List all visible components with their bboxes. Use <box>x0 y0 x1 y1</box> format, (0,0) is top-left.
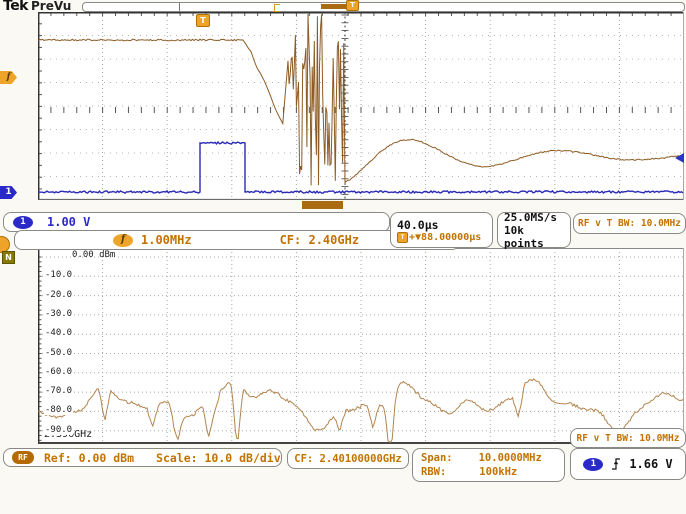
ref-level-value: Ref: 0.00 dBm <box>44 450 135 465</box>
spectrum-ytick-label: -80.0 <box>44 405 74 416</box>
center-frequency-readout[interactable]: CF: 2.40100000GHz <box>287 448 409 469</box>
sample-rate: 25.0MS/s <box>504 210 557 224</box>
trigger-level-readout[interactable]: 1 1.66 V <box>570 448 686 480</box>
ch1-scale-readout[interactable]: 1 1.00 V <box>3 212 390 232</box>
ch1-badge: 1 <box>13 215 33 229</box>
spectrum-ytick-label: -30.0 <box>44 308 74 319</box>
horizontal-readout[interactable]: 40.0µs T +▼ 88.00000µs <box>390 212 493 248</box>
span-label: Span: <box>421 452 453 464</box>
record-view-bar[interactable] <box>82 2 685 12</box>
spectrum-ytick-label: -20.0 <box>44 289 74 300</box>
ch1-scale-value: 1.00 V <box>47 215 91 229</box>
spectrum-ytick-label: -40.0 <box>44 328 74 339</box>
span-value: 10.0000MHz <box>478 452 542 464</box>
zoom-bracket <box>274 4 280 12</box>
ch1-trace <box>38 140 684 195</box>
rfvt-bandwidth-readout-upper[interactable]: RF v T BW: 10.0MHz <box>573 213 686 234</box>
vertical-scale-value: Scale: 10.0 dB/div <box>156 450 281 465</box>
brand-logo: Tek <box>3 0 29 14</box>
oscilloscope-screen: Tek PreVu T T f 1 1 1.00 V f 1.00MHz CF:… <box>0 0 686 514</box>
rbw-value: 100kHz <box>479 466 518 478</box>
spectrum-ytick-label: -90.0 <box>44 424 74 435</box>
center-frequency-value: CF: 2.40100000GHz <box>294 452 402 465</box>
reference-level-label: 0.00 dBm <box>72 250 116 260</box>
spectrum-graticule <box>38 248 684 444</box>
time-domain-graticule <box>38 12 684 200</box>
rising-edge-icon <box>612 458 621 470</box>
trace-end-arrow-icon <box>675 153 684 163</box>
trigger-delay-prefix-icon: +▼ <box>409 231 422 243</box>
record-length: 10k points <box>504 223 544 250</box>
rf-channel-badge: RF <box>12 451 34 464</box>
rf-badge: f <box>113 233 133 247</box>
spectrum-ytick-label: -50.0 <box>44 347 74 358</box>
center-frequency-upper: CF: 2.40GHz <box>279 233 360 247</box>
ch1-trace-handle[interactable]: 1 <box>0 186 17 199</box>
trigger-delay-icon: T <box>397 231 408 243</box>
time-per-div: 40.0µs <box>397 217 439 232</box>
rfvt-bw-value-upper: RF v T BW: 10.0MHz <box>578 218 681 229</box>
rfvt-bw-value-lower: RF v T BW: 10.0MHz <box>576 432 680 444</box>
record-trigger-marker[interactable]: T <box>346 0 359 11</box>
spectrum-ytick-label: -70.0 <box>44 386 74 397</box>
trigger-source-badge: 1 <box>583 457 604 471</box>
rbw-label: RBW: <box>421 466 447 478</box>
spectrum-ytick-label: -60.0 <box>44 366 74 377</box>
trigger-level-value: 1.66 V <box>629 457 673 471</box>
span-rbw-readout[interactable]: Span: 10.0000MHz RBW: 100kHz <box>412 448 565 482</box>
trigger-delay-value: 88.00000µs <box>421 231 482 243</box>
normal-trace-badge: N <box>2 251 15 264</box>
acquisition-readout[interactable]: 25.0MS/s 10k points <box>497 210 571 250</box>
rf-scale-value: 1.00MHz <box>141 233 192 247</box>
spectrum-time-bar[interactable] <box>302 201 343 209</box>
spectrum-ytick-label: -10.0 <box>44 270 74 281</box>
rf-ref-scale-readout[interactable]: RF Ref: 0.00 dBm Scale: 10.0 dB/div <box>3 448 282 467</box>
rf-time-trace-handle[interactable]: f <box>0 71 17 84</box>
record-divider <box>179 3 180 11</box>
trigger-position-marker[interactable]: T <box>196 14 210 27</box>
rfvt-bandwidth-readout-lower[interactable]: RF v T BW: 10.0MHz <box>570 428 686 448</box>
rf-time-trace <box>38 13 684 186</box>
